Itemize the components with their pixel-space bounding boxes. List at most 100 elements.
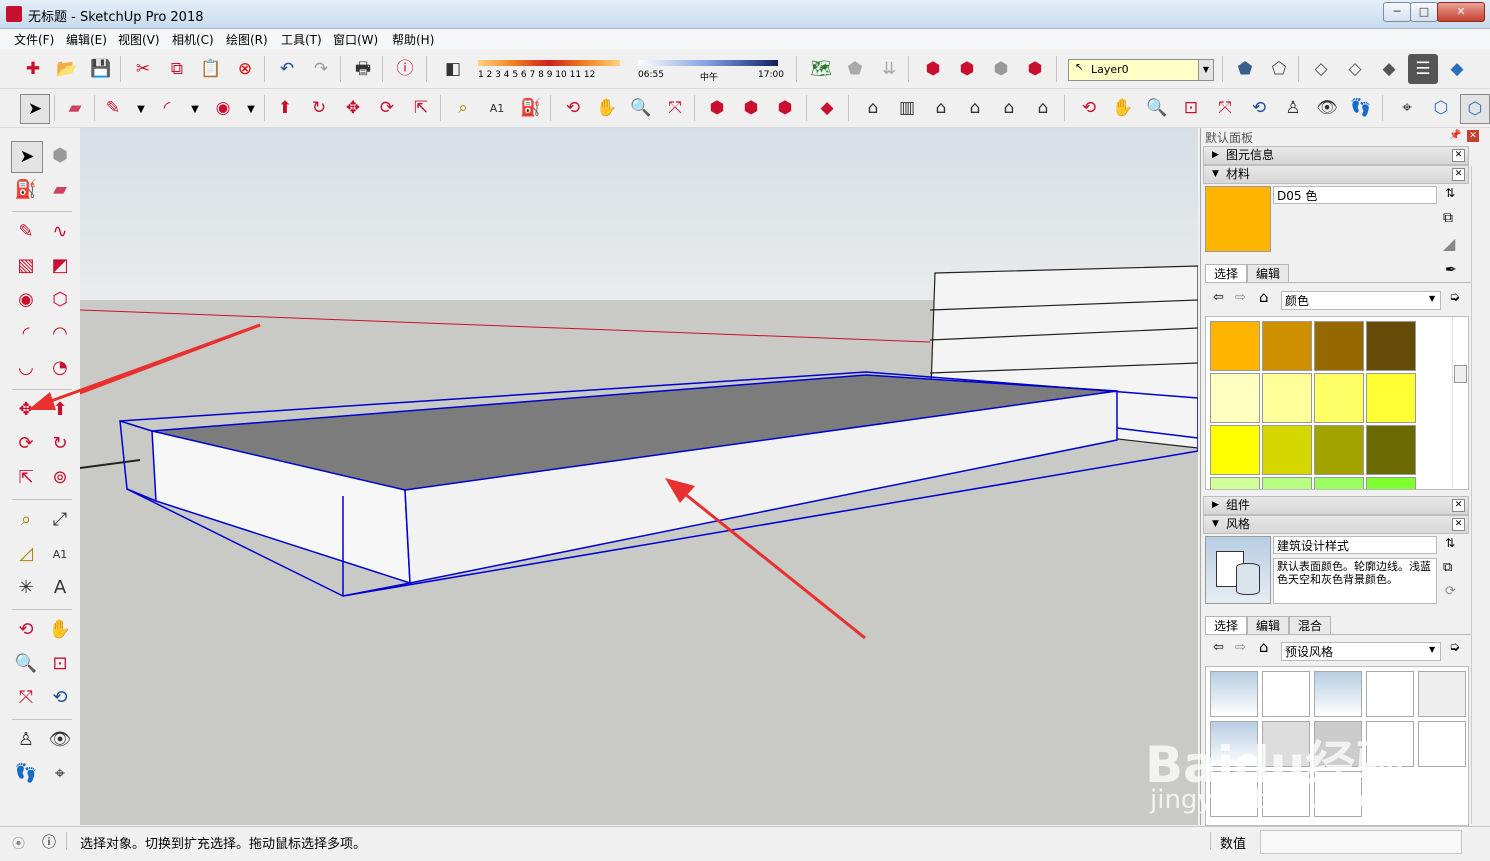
- styles-tab-select[interactable]: 选择: [1205, 616, 1247, 635]
- tray-close-button[interactable]: ✕: [1467, 130, 1479, 142]
- home-icon[interactable]: ⌂: [1259, 288, 1269, 306]
- menu-camera[interactable]: 相机(C): [172, 31, 214, 48]
- undo-icon[interactable]: ↶: [274, 56, 300, 82]
- entity-info-header[interactable]: ▶ 图元信息 ✕: [1203, 146, 1469, 165]
- details-icon[interactable]: ➭: [1449, 640, 1460, 655]
- menu-tools[interactable]: 工具(T): [281, 31, 322, 48]
- print-icon[interactable]: 🖶: [350, 56, 376, 82]
- pan-icon[interactable]: ✋: [594, 95, 620, 121]
- rotate-tool-icon[interactable]: ⟳: [11, 429, 41, 459]
- position-camera-icon[interactable]: ♙: [1280, 95, 1306, 121]
- tape-measure-icon[interactable]: ⌕: [450, 95, 476, 121]
- section-cuts-icon[interactable]: ⬡: [1460, 94, 1490, 124]
- zoom-icon[interactable]: 🔍: [628, 95, 654, 121]
- view-left-icon[interactable]: ⌂: [1030, 95, 1056, 121]
- arc-icon[interactable]: ◜: [154, 95, 180, 121]
- xray-icon[interactable]: ◇: [1308, 56, 1334, 82]
- rotate-icon[interactable]: ⟳: [374, 95, 400, 121]
- style-name-field[interactable]: 建筑设计样式: [1273, 536, 1437, 554]
- monochrome-icon[interactable]: ◆: [1444, 56, 1470, 82]
- offset-icon[interactable]: ⊚: [45, 463, 75, 493]
- menu-help[interactable]: 帮助(H): [392, 31, 434, 48]
- circle-tool-icon[interactable]: ◉: [11, 285, 41, 315]
- chevron-down-icon[interactable]: ▼: [1429, 645, 1435, 654]
- make-component-icon[interactable]: ⬢: [45, 141, 75, 171]
- add-location-icon[interactable]: 🗺: [808, 56, 834, 82]
- rectangle-icon[interactable]: ▧: [11, 251, 41, 281]
- extension-warehouse-icon[interactable]: ⬢: [1022, 56, 1048, 82]
- paint-bucket-icon[interactable]: ⛽: [518, 95, 544, 121]
- swatch[interactable]: [1314, 321, 1364, 371]
- info-icon[interactable]: ⓘ: [42, 832, 56, 852]
- paste-icon[interactable]: 📋: [198, 56, 224, 82]
- pan-tool-icon[interactable]: ✋: [45, 615, 75, 645]
- style-thumb[interactable]: [1210, 671, 1258, 717]
- extension-manager-icon[interactable]: ⬢: [772, 95, 798, 121]
- home-icon[interactable]: ⌂: [1259, 638, 1269, 656]
- previous-view-icon[interactable]: ⟲: [1246, 95, 1272, 121]
- materials-header[interactable]: ▼ 材料 ✕: [1203, 165, 1469, 184]
- wireframe-icon[interactable]: ◇: [1342, 56, 1368, 82]
- eyedropper-icon[interactable]: ✒: [1445, 262, 1457, 278]
- swatch[interactable]: [1366, 321, 1416, 371]
- view-top-2-icon[interactable]: ▥: [894, 95, 920, 121]
- swatch[interactable]: [1314, 477, 1364, 489]
- chevron-down-icon[interactable]: ▼: [238, 97, 264, 123]
- new-icon[interactable]: ✚: [20, 56, 46, 82]
- protractor-icon[interactable]: ◿: [11, 539, 41, 569]
- scale-tool-icon[interactable]: ⇱: [11, 463, 41, 493]
- swatch[interactable]: [1366, 373, 1416, 423]
- look-around-icon[interactable]: 👁: [1314, 95, 1340, 121]
- warehouse-icon[interactable]: ⬢: [920, 56, 946, 82]
- model-viewport[interactable]: [80, 128, 1198, 825]
- follow-me-tool-icon[interactable]: ↻: [45, 429, 75, 459]
- position-camera-tool-icon[interactable]: ♙: [11, 725, 41, 755]
- material-library-select[interactable]: 颜色: [1281, 291, 1441, 310]
- shadow-toggle-icon[interactable]: ◧: [440, 56, 466, 82]
- copy-icon[interactable]: ⧉: [164, 56, 190, 82]
- 3d-warehouse-icon[interactable]: ⬢: [704, 95, 730, 121]
- style-library-select[interactable]: 预设风格: [1281, 642, 1441, 661]
- freehand-icon[interactable]: ∿: [45, 217, 75, 247]
- styles-header[interactable]: ▼ 风格 ✕: [1203, 515, 1469, 534]
- style-thumb[interactable]: [1418, 671, 1466, 717]
- open-icon[interactable]: 📂: [54, 56, 80, 82]
- forward-icon[interactable]: ⇨: [1235, 290, 1246, 305]
- cut-icon[interactable]: ✂: [130, 56, 156, 82]
- components-header[interactable]: ▶ 组件 ✕: [1203, 496, 1469, 515]
- style-thumb[interactable]: [1314, 671, 1362, 717]
- zoom-window-icon[interactable]: ⊡: [1178, 95, 1204, 121]
- previous-tool-icon[interactable]: ⟲: [45, 683, 75, 713]
- zoom-extents-tool-icon[interactable]: ⤧: [11, 683, 41, 713]
- swatch[interactable]: [1314, 425, 1364, 475]
- default-material-icon[interactable]: ◢: [1443, 234, 1455, 253]
- menu-view[interactable]: 视图(V): [118, 31, 160, 48]
- ruby-console-icon[interactable]: ◆: [814, 95, 840, 121]
- eraser-icon[interactable]: ▰: [62, 95, 88, 121]
- swatch[interactable]: [1262, 477, 1312, 489]
- panel-scrollbar[interactable]: [1471, 166, 1483, 824]
- display-secondary-icon[interactable]: ⇅: [1445, 186, 1455, 200]
- chevron-down-icon[interactable]: ▼: [1198, 60, 1213, 80]
- menu-window[interactable]: 窗口(W): [333, 31, 378, 48]
- zoom-extents-icon[interactable]: ⤧: [662, 95, 688, 121]
- section-plane-icon[interactable]: ⌖: [1394, 95, 1420, 121]
- swatch[interactable]: [1262, 425, 1312, 475]
- redo-icon[interactable]: ↷: [308, 56, 334, 82]
- line-tool-icon[interactable]: ✎: [11, 217, 41, 247]
- styles-tab-edit[interactable]: 编辑: [1247, 616, 1289, 635]
- details-icon[interactable]: ➭: [1449, 290, 1460, 305]
- swatch[interactable]: [1366, 425, 1416, 475]
- eraser-tool-icon[interactable]: ▰: [45, 175, 75, 205]
- pin-icon[interactable]: 📌: [1449, 130, 1461, 141]
- chevron-down-icon[interactable]: ▼: [182, 97, 208, 123]
- menu-edit[interactable]: 编辑(E): [66, 31, 107, 48]
- swatch[interactable]: [1314, 373, 1364, 423]
- walk-icon[interactable]: 👣: [1348, 95, 1374, 121]
- text-tool-icon[interactable]: A1: [45, 539, 75, 569]
- section-display-icon[interactable]: ⬡: [1428, 95, 1454, 121]
- view-back-icon[interactable]: ⌂: [996, 95, 1022, 121]
- text-icon[interactable]: A1: [484, 95, 510, 121]
- push-pull-icon[interactable]: ⬆: [272, 95, 298, 121]
- dimension-icon[interactable]: ⤢: [45, 505, 75, 535]
